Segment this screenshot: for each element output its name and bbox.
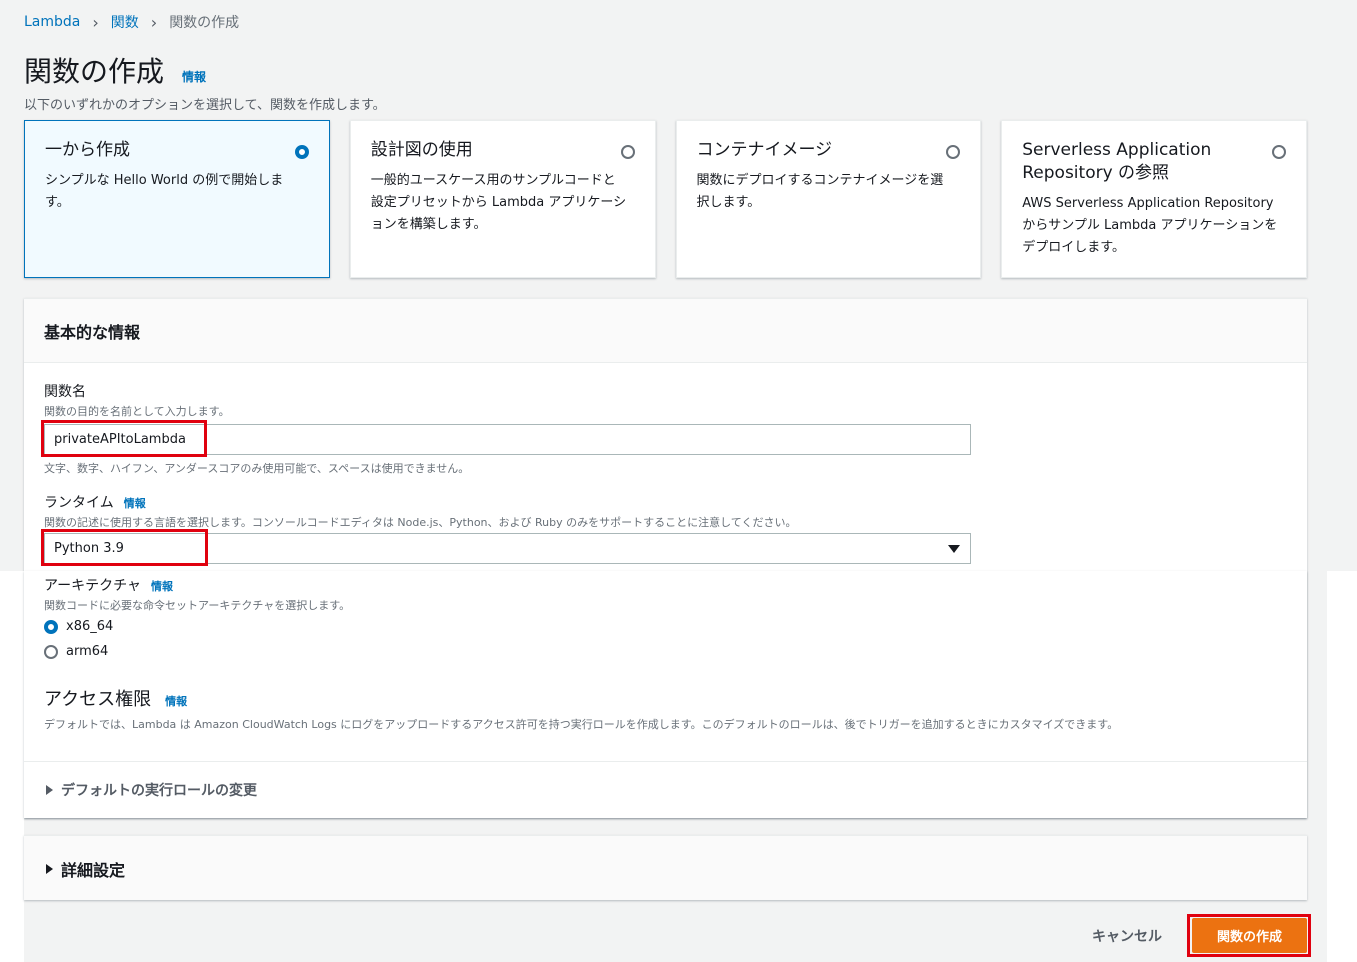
- function-name-desc: 関数の目的を名前として入力します。: [44, 405, 230, 418]
- option-author-from-scratch[interactable]: 一から作成 シンプルな Hello World の例で開始します。: [24, 120, 330, 278]
- option-radio[interactable]: [1272, 145, 1286, 159]
- runtime-label: ランタイム 情報: [44, 495, 146, 511]
- breadcrumb-lambda[interactable]: Lambda: [24, 14, 80, 30]
- architecture-info-link[interactable]: 情報: [151, 578, 173, 594]
- permissions-desc: デフォルトでは、Lambda は Amazon CloudWatch Logs …: [44, 718, 1119, 731]
- caret-right-icon: [46, 864, 53, 874]
- option-radio[interactable]: [294, 145, 309, 159]
- runtime-info-link[interactable]: 情報: [124, 495, 146, 511]
- crop-mask-left: [0, 571, 24, 962]
- create-function-button[interactable]: 関数の作成: [1192, 918, 1307, 953]
- option-radio[interactable]: [946, 145, 961, 159]
- page-subtitle: 以下のいずれかのオプションを選択して、関数を作成します。: [24, 98, 386, 113]
- runtime-select[interactable]: Python 3.9: [44, 533, 971, 564]
- option-title: 一から作成: [45, 140, 130, 160]
- option-desc: AWS Serverless Application Repository から…: [1022, 196, 1278, 255]
- option-serverless-repo[interactable]: Serverless Application Repository の参照 AW…: [1001, 120, 1307, 278]
- option-title: コンテナイメージ: [696, 140, 833, 160]
- option-title: Serverless Application Repository の参照: [1022, 140, 1212, 183]
- page-info-link[interactable]: 情報: [182, 68, 206, 85]
- option-desc: シンプルな Hello World の例で開始します。: [45, 173, 284, 210]
- runtime-value: Python 3.9: [54, 541, 124, 556]
- cancel-button[interactable]: キャンセル: [1092, 926, 1162, 946]
- panel-header: 基本的な情報: [24, 299, 1307, 363]
- option-use-blueprint[interactable]: 設計図の使用 一般的ユースケース用のサンプルコードと設定プリセットから Lamb…: [349, 120, 656, 278]
- architecture-desc: 関数コードに必要な命令セットアーキテクチャを選択します。: [44, 599, 351, 612]
- radio-button[interactable]: [44, 619, 58, 634]
- radio-button[interactable]: [44, 644, 58, 659]
- divider: [24, 761, 1307, 762]
- architecture-arm64-option[interactable]: arm64: [44, 644, 108, 659]
- option-radio[interactable]: [620, 145, 635, 159]
- option-desc: 関数にデプロイするコンテナイメージを選択します。: [696, 173, 944, 210]
- caret-right-icon: [46, 785, 53, 795]
- basic-info-panel-lower: アーキテクチャ 情報 関数コードに必要な命令セットアーキテクチャを選択します。 …: [24, 571, 1307, 818]
- caret-down-icon: [948, 545, 960, 553]
- function-name-input[interactable]: privateAPItoLambda: [44, 424, 971, 455]
- chevron-right-icon: ›: [92, 12, 99, 32]
- function-name-label: 関数名: [44, 384, 86, 400]
- permissions-title: アクセス権限 情報: [44, 689, 188, 710]
- advanced-settings-expander[interactable]: 詳細設定: [46, 857, 125, 881]
- breadcrumb-current: 関数の作成: [169, 15, 240, 31]
- page-title: 関数の作成: [24, 55, 165, 88]
- function-name-value: privateAPItoLambda: [54, 432, 186, 447]
- breadcrumb: Lambda › 関数 › 関数の作成: [24, 12, 239, 32]
- advanced-settings-panel: 詳細設定: [24, 835, 1307, 900]
- creation-options: 一から作成 シンプルな Hello World の例で開始します。 設計図の使用…: [24, 120, 1307, 278]
- breadcrumb-functions[interactable]: 関数: [111, 12, 139, 32]
- permissions-info-link[interactable]: 情報: [165, 693, 187, 709]
- architecture-label: アーキテクチャ 情報: [44, 578, 174, 594]
- option-title: 設計図の使用: [370, 140, 473, 160]
- change-default-role-expander[interactable]: デフォルトの実行ロールの変更: [46, 780, 257, 800]
- option-desc: 一般的ユースケース用のサンプルコードと設定プリセットから Lambda アプリケ…: [370, 173, 627, 232]
- option-container-image[interactable]: コンテナイメージ 関数にデプロイするコンテナイメージを選択します。: [675, 120, 982, 278]
- architecture-x86-option[interactable]: x86_64: [44, 619, 113, 634]
- function-name-hint: 文字、数字、ハイフン、アンダースコアのみ使用可能で、スペースは使用できません。: [44, 462, 470, 475]
- runtime-desc: 関数の記述に使用する言語を選択します。コンソールコードエディタは Node.js…: [44, 516, 797, 529]
- chevron-right-icon: ›: [150, 12, 158, 32]
- crop-mask-right: [1327, 571, 1357, 962]
